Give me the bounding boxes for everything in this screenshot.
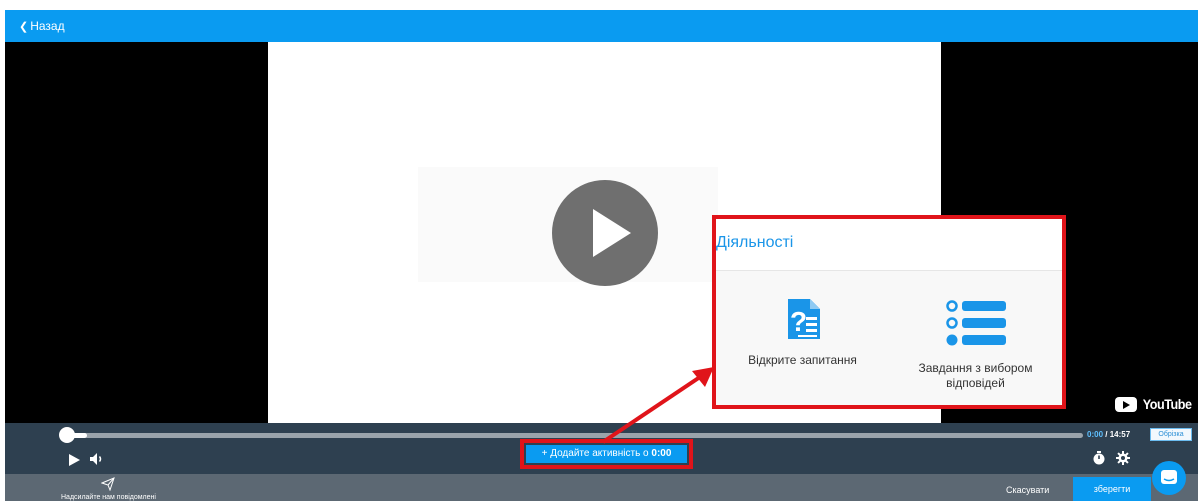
open-question-icon: ? xyxy=(786,299,820,339)
activity-label: Завдання з вибором відповідей xyxy=(918,361,1033,390)
multiple-choice-icon xyxy=(945,299,1006,347)
feedback-label[interactable]: Надсилайте нам повідомлені xyxy=(61,494,156,501)
activity-multiple-choice[interactable]: Завдання з вибором відповідей xyxy=(889,271,1062,405)
gear-icon[interactable] xyxy=(1116,451,1130,470)
add-activity-highlight: + Додайте активність о 0:00 xyxy=(520,439,693,469)
youtube-play-icon xyxy=(1114,396,1137,412)
chat-button[interactable] xyxy=(1152,461,1186,495)
back-label: Назад xyxy=(30,19,65,33)
current-time: 0:00 xyxy=(1087,430,1104,439)
player-controls: 0:00 / 14:57 Обрізка + Додайте активніст… xyxy=(5,423,1198,474)
time-display: 0:00 / 14:57 xyxy=(1087,430,1130,439)
play-icon[interactable] xyxy=(69,454,80,466)
seek-handle[interactable] xyxy=(59,427,75,443)
add-activity-time: 0:00 xyxy=(651,448,672,459)
back-button[interactable]: ❮ Назад xyxy=(19,19,65,33)
youtube-wordmark: YouTube xyxy=(1142,396,1192,412)
activities-panel: Діяльності ? Відкрите запитання Завдання… xyxy=(712,215,1066,409)
footer-bar: Надсилайте нам повідомлені Скасувати збе… xyxy=(5,474,1198,501)
progress-track[interactable] xyxy=(67,433,1083,438)
save-button[interactable]: зберегти xyxy=(1073,477,1151,501)
timer-icon[interactable] xyxy=(1092,451,1106,470)
chat-icon xyxy=(1161,470,1177,484)
top-bar: ❮ Назад xyxy=(5,10,1198,42)
volume-icon[interactable] xyxy=(89,452,105,471)
panel-header: Діяльності xyxy=(716,219,1062,271)
youtube-logo[interactable]: YouTube xyxy=(1114,396,1194,412)
add-activity-label: + Додайте активність о xyxy=(541,448,649,459)
big-play-button[interactable] xyxy=(552,180,658,286)
panel-body: ? Відкрите запитання Завдання з вибором … xyxy=(716,271,1062,405)
activity-open-question[interactable]: ? Відкрите запитання xyxy=(716,271,889,405)
time-separator: / xyxy=(1103,430,1110,439)
cancel-button[interactable]: Скасувати xyxy=(1006,485,1049,495)
add-activity-button[interactable]: + Додайте активність о 0:00 xyxy=(526,445,687,463)
svg-text:?: ? xyxy=(790,306,807,337)
activity-label: Відкрите запитання xyxy=(748,353,857,367)
duration: 14:57 xyxy=(1109,430,1131,439)
chevron-left-icon: ❮ xyxy=(19,20,29,33)
trim-button[interactable]: Обрізка xyxy=(1150,428,1192,441)
panel-title: Діяльності xyxy=(716,234,794,251)
